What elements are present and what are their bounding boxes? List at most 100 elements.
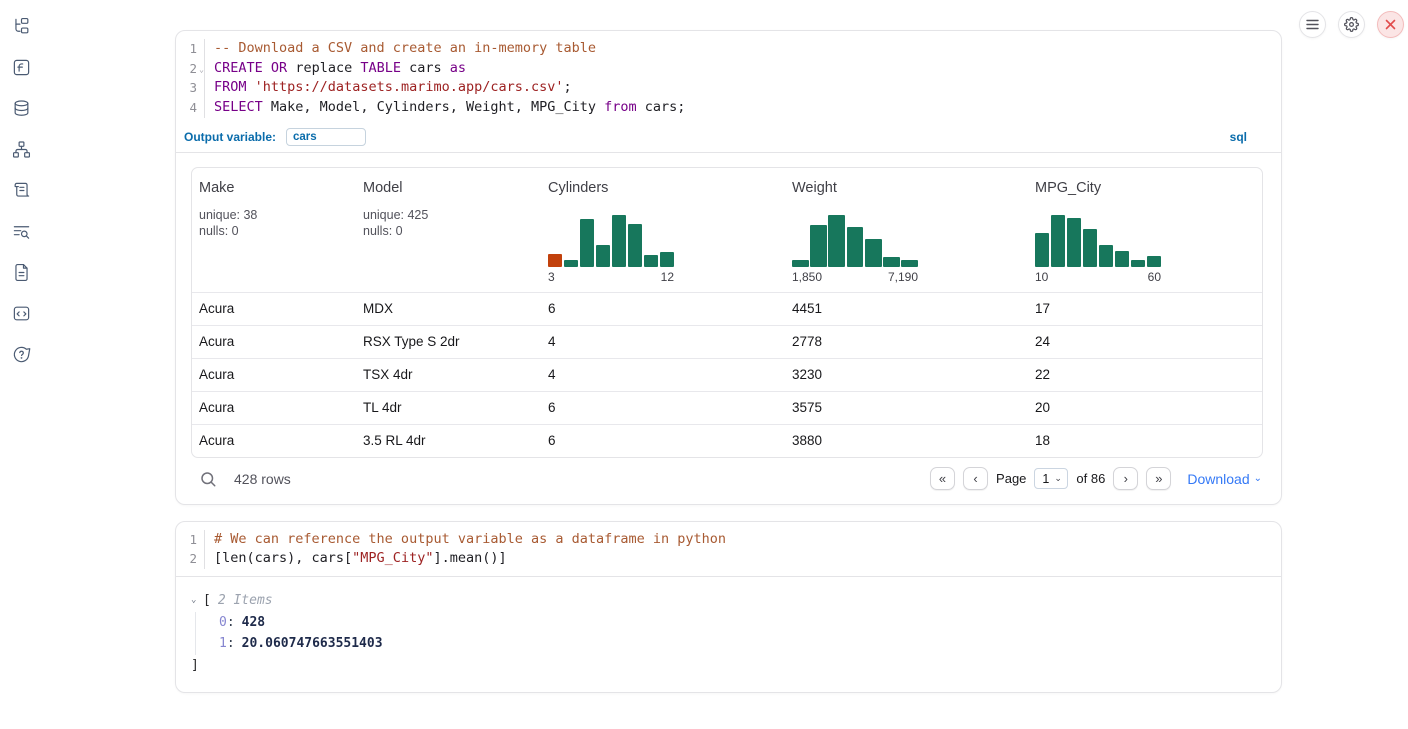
chevron-down-icon: ⌄ [1054,473,1062,484]
table-cell: TSX 4dr [356,367,541,382]
line-number-gutter: 12 [176,530,205,569]
table-row[interactable]: AcuraRSX Type S 2dr4277824 [192,325,1262,358]
histogram-bar [628,224,642,267]
sidebar-item-datasources[interactable] [9,96,33,120]
column-header-mpg-city[interactable]: MPG_City 1060 [1028,168,1262,292]
sql-code-editor[interactable]: 12⌄34 -- Download a CSV and create an in… [176,31,1281,125]
histogram-bar [1099,245,1113,267]
table-cell: 17 [1028,301,1262,316]
histogram-bar [612,215,626,267]
histogram-bar [901,260,918,267]
next-page-button[interactable]: › [1113,467,1138,490]
sidebar-item-scratchpad[interactable] [9,219,33,243]
histogram-bar [1067,218,1081,266]
sidebar-item-variables[interactable] [9,55,33,79]
menu-button[interactable] [1299,11,1326,38]
database-icon [12,99,31,118]
sidebar-item-help[interactable] [9,342,33,366]
code-snippet-icon [12,304,31,323]
table-cell: RSX Type S 2dr [356,334,541,349]
sidebar-item-dependency-graph[interactable] [9,137,33,161]
histogram-bar [1083,229,1097,266]
hamburger-icon [1306,19,1319,30]
table-cell: Acura [192,334,356,349]
settings-button[interactable] [1338,11,1365,38]
table-cell: 3.5 RL 4dr [356,433,541,448]
histogram-bar [847,227,864,267]
table-cell: 20 [1028,400,1262,415]
histogram-bar [564,260,578,267]
python-cell-output: ⌄ [ 2 Items 0:428 1:20.060747663551403 ] [176,577,1281,692]
scroll-icon [12,181,31,200]
chevron-down-icon: ⌄ [1254,473,1262,484]
table-cell: 3575 [785,400,1028,415]
page-select[interactable]: 1 ⌄ [1034,468,1068,489]
column-header-model[interactable]: Model unique: 425 nulls: 0 [356,168,541,292]
output-variable-input[interactable] [286,128,366,146]
table-row[interactable]: AcuraTL 4dr6357520 [192,391,1262,424]
sidebar-item-logs[interactable] [9,178,33,202]
sql-cell-meta: Output variable: sql [176,125,1281,152]
column-header-cylinders[interactable]: Cylinders 312 [541,168,785,292]
histogram-bar [660,252,674,267]
prev-page-button[interactable]: ‹ [963,467,988,490]
table-cell: Acura [192,433,356,448]
table-cell: 3880 [785,433,1028,448]
first-page-button[interactable]: « [930,467,955,490]
table-cell: MDX [356,301,541,316]
search-icon[interactable] [199,470,217,488]
table-cell: 4 [541,334,785,349]
table-cell: 6 [541,301,785,316]
column-stats: unique: 425 nulls: 0 [363,207,535,239]
output-variable-label: Output variable: [184,130,276,144]
column-stats: unique: 38 nulls: 0 [199,207,350,239]
table-row[interactable]: AcuraMDX6445117 [192,292,1262,325]
python-code-editor[interactable]: 12 # We can reference the output variabl… [176,522,1281,576]
table-footer: 428 rows « ‹ Page 1 ⌄ of 86 › » Download… [191,458,1263,500]
table-cell: 4 [541,367,785,382]
table-row[interactable]: AcuraTSX 4dr4323022 [192,358,1262,391]
fold-chevron-icon[interactable]: ⌄ [199,60,204,80]
sidebar-item-snippets[interactable] [9,301,33,325]
shutdown-button[interactable] [1377,11,1404,38]
file-text-icon [12,263,31,282]
download-button[interactable]: Download ⌄ [1187,471,1262,487]
data-table: Make unique: 38 nulls: 0 Model unique: 4… [191,167,1263,458]
sidebar-item-file-explorer[interactable] [9,14,33,38]
tree-entry: 0:428 [195,612,1281,634]
page-label: Page [996,471,1026,486]
last-page-button[interactable]: » [1146,467,1171,490]
sidebar-item-documentation[interactable] [9,260,33,284]
table-cell: Acura [192,400,356,415]
histogram-bar [810,225,827,267]
mpg-city-histogram: 1060 [1035,215,1161,284]
table-header: Make unique: 38 nulls: 0 Model unique: 4… [192,168,1262,292]
histogram-bar [1035,233,1049,267]
sql-cell: 12⌄34 -- Download a CSV and create an in… [175,30,1282,505]
table-row[interactable]: Acura3.5 RL 4dr6388018 [192,424,1262,457]
tree-root: ⌄ [ 2 Items [191,590,1281,612]
table-cell: 18 [1028,433,1262,448]
sidebar [0,14,42,366]
column-header-make[interactable]: Make unique: 38 nulls: 0 [192,168,356,292]
line-number-gutter: 12⌄34 [176,39,205,118]
language-badge: sql [1230,130,1247,144]
tree-collapse-icon[interactable]: ⌄ [191,590,203,612]
table-cell: 4451 [785,301,1028,316]
table-body: AcuraMDX6445117AcuraRSX Type S 2dr427782… [192,292,1262,457]
histogram-bar [828,215,845,267]
histogram-bar [580,219,594,267]
histogram-bar [548,254,562,266]
histogram-bar [1115,251,1129,267]
weight-histogram: 1,8507,190 [792,215,918,284]
code-lines: # We can reference the output variable a… [205,530,1281,569]
notebook-cells: 12⌄34 -- Download a CSV and create an in… [175,30,1282,709]
histogram-bar [1147,256,1161,266]
table-cell: TL 4dr [356,400,541,415]
page-total-label: of 86 [1076,471,1105,486]
close-icon [1385,19,1396,30]
column-header-weight[interactable]: Weight 1,8507,190 [785,168,1028,292]
network-icon [12,140,31,159]
cylinders-histogram: 312 [548,215,674,284]
pagination: « ‹ Page 1 ⌄ of 86 › » [930,467,1171,490]
